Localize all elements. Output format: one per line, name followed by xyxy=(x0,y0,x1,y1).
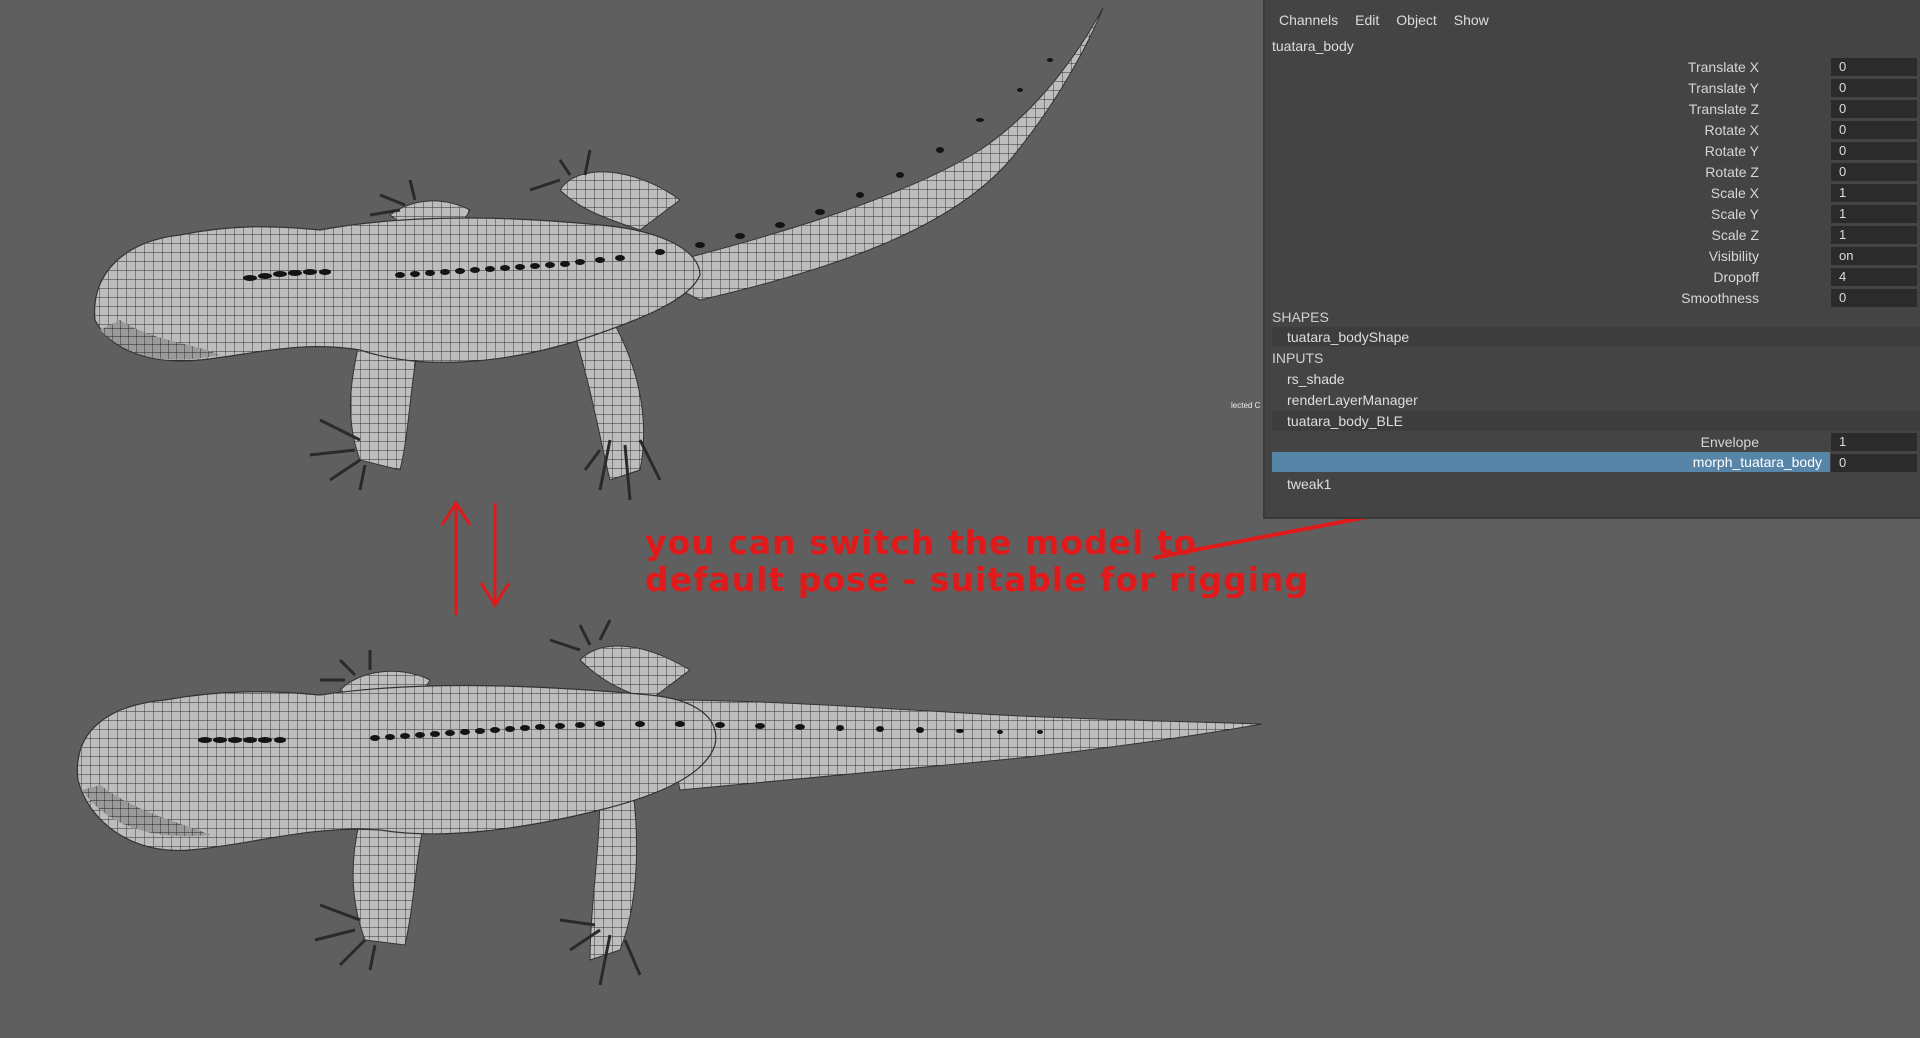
attr-row-scale-x[interactable]: Scale X 1 xyxy=(1265,183,1920,203)
attr-row-scale-y[interactable]: Scale Y 1 xyxy=(1265,204,1920,224)
attr-row-rotate-z[interactable]: Rotate Z 0 xyxy=(1265,162,1920,182)
input-node-item[interactable]: tweak1 xyxy=(1272,474,1920,494)
attr-label[interactable]: Dropoff xyxy=(1713,269,1759,285)
attr-label[interactable]: Rotate Y xyxy=(1705,143,1759,159)
attr-row-visibility[interactable]: Visibility on xyxy=(1265,246,1920,266)
attr-value-field[interactable]: 0 xyxy=(1831,454,1917,472)
attr-value-field[interactable]: 1 xyxy=(1831,205,1917,223)
menu-edit[interactable]: Edit xyxy=(1355,12,1379,28)
menu-show[interactable]: Show xyxy=(1454,12,1489,28)
input-node-item[interactable]: rs_shade xyxy=(1272,369,1920,389)
attr-label[interactable]: Smoothness xyxy=(1681,290,1759,306)
attr-value-field[interactable]: on xyxy=(1831,247,1917,265)
attr-row-translate-z[interactable]: Translate Z 0 xyxy=(1265,99,1920,119)
attr-value-field[interactable]: 4 xyxy=(1831,268,1917,286)
selected-node-name[interactable]: tuatara_body xyxy=(1272,38,1354,54)
clipped-viewport-label: lected C xyxy=(1231,401,1261,410)
annotation-text: you can switch the model to default pose… xyxy=(645,524,1309,598)
attr-label[interactable]: Translate X xyxy=(1688,59,1759,75)
attr-label[interactable]: Translate Y xyxy=(1688,80,1759,96)
attr-label[interactable]: Visibility xyxy=(1709,248,1759,264)
attr-value-field[interactable]: 0 xyxy=(1831,121,1917,139)
attr-row-envelope[interactable]: Envelope 1 xyxy=(1265,432,1920,452)
attr-value-field[interactable]: 0 xyxy=(1831,142,1917,160)
attr-value-field[interactable]: 0 xyxy=(1831,163,1917,181)
attr-value-field[interactable]: 1 xyxy=(1831,184,1917,202)
attr-value-field[interactable]: 1 xyxy=(1831,226,1917,244)
tuatara-mesh-posed[interactable] xyxy=(94,7,1104,501)
channel-box-menu-bar: Channels Edit Object Show xyxy=(1279,12,1506,28)
attr-label[interactable]: Rotate Z xyxy=(1705,164,1759,180)
annotation-line-1: you can switch the model to xyxy=(645,523,1198,562)
attr-row-morph[interactable]: 0 xyxy=(1265,453,1920,473)
annotation-line-2: default pose - suitable for rigging xyxy=(645,560,1310,599)
shape-node-item[interactable]: tuatara_bodyShape xyxy=(1272,327,1920,347)
attr-value-field[interactable]: 0 xyxy=(1831,289,1917,307)
attr-value-field[interactable]: 0 xyxy=(1831,100,1917,118)
attr-row-translate-y[interactable]: Translate Y 0 xyxy=(1265,78,1920,98)
menu-object[interactable]: Object xyxy=(1396,12,1436,28)
shapes-header: SHAPES xyxy=(1272,309,1329,325)
tuatara-mesh-default-pose[interactable] xyxy=(76,619,1263,986)
attr-row-scale-z[interactable]: Scale Z 1 xyxy=(1265,225,1920,245)
attr-value-field[interactable]: 1 xyxy=(1831,433,1917,451)
menu-channels[interactable]: Channels xyxy=(1279,12,1338,28)
attr-value-field[interactable]: 0 xyxy=(1831,79,1917,97)
attr-label[interactable]: Envelope xyxy=(1701,434,1759,450)
attr-row-smoothness[interactable]: Smoothness 0 xyxy=(1265,288,1920,308)
input-node-item[interactable]: tuatara_body_BLE xyxy=(1272,411,1920,431)
attr-value-field[interactable]: 0 xyxy=(1831,58,1917,76)
attr-label[interactable]: Scale Y xyxy=(1711,206,1759,222)
attr-label[interactable]: Rotate X xyxy=(1705,122,1759,138)
channel-box-panel: Channels Edit Object Show tuatara_body T… xyxy=(1263,0,1920,519)
attr-label[interactable]: Translate Z xyxy=(1689,101,1759,117)
attr-label[interactable]: Scale Z xyxy=(1712,227,1759,243)
attr-row-rotate-y[interactable]: Rotate Y 0 xyxy=(1265,141,1920,161)
swap-arrows-icon xyxy=(440,500,511,615)
attr-row-rotate-x[interactable]: Rotate X 0 xyxy=(1265,120,1920,140)
inputs-header: INPUTS xyxy=(1272,350,1324,366)
attr-label[interactable]: Scale X xyxy=(1711,185,1759,201)
attr-row-dropoff[interactable]: Dropoff 4 xyxy=(1265,267,1920,287)
input-node-item[interactable]: renderLayerManager xyxy=(1272,390,1920,410)
attr-row-translate-x[interactable]: Translate X 0 xyxy=(1265,57,1920,77)
